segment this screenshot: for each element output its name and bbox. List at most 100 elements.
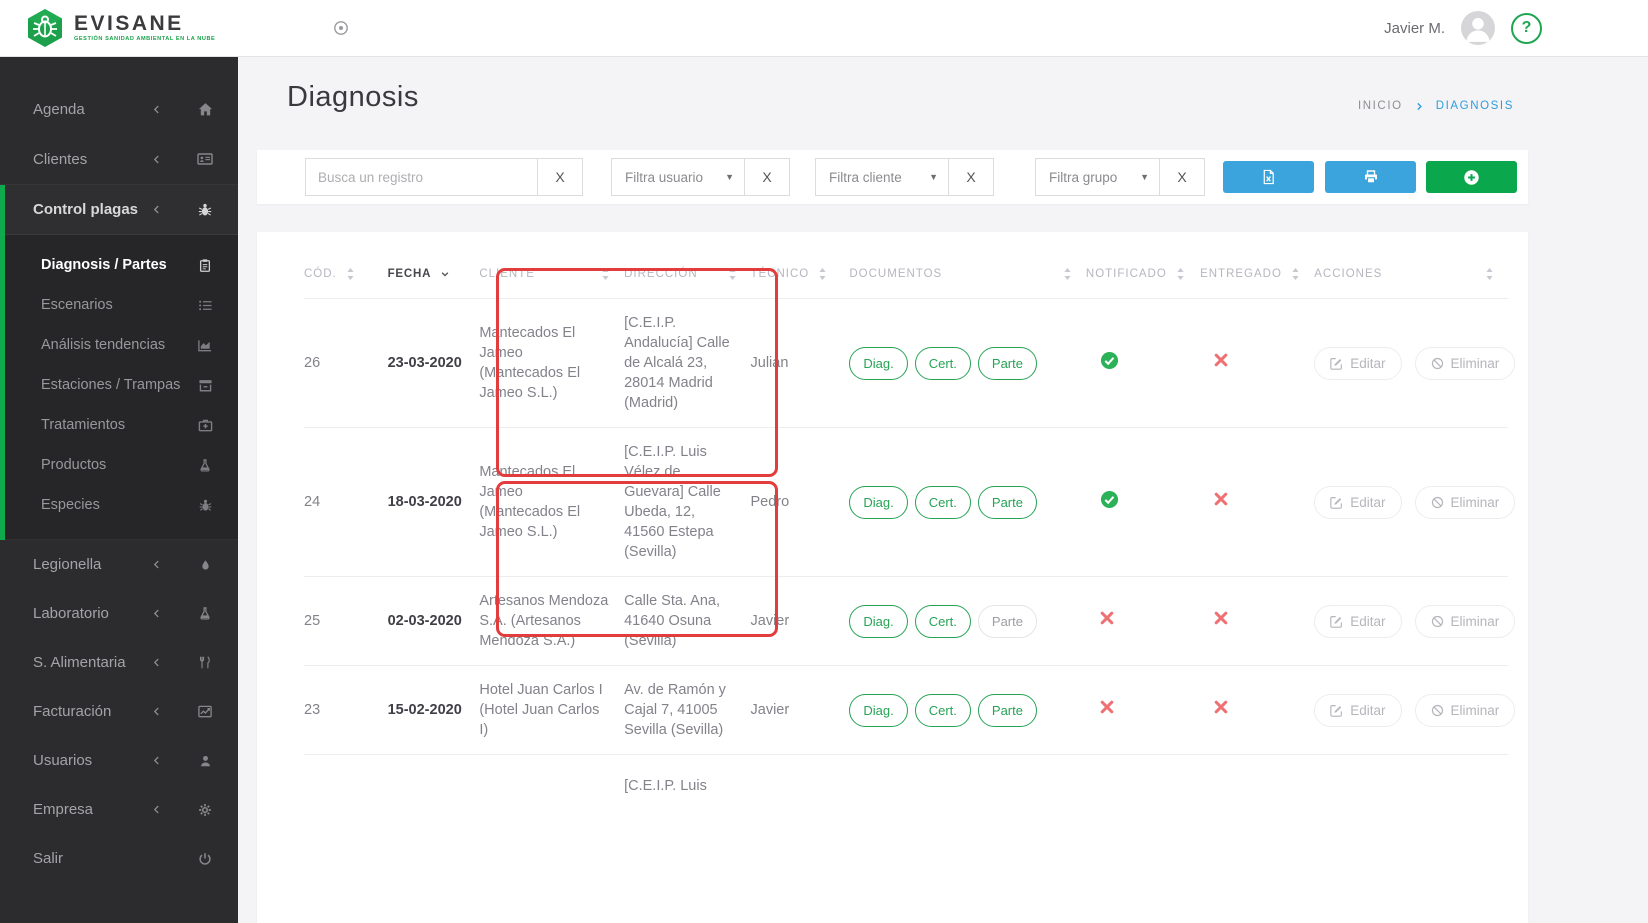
doc-button-parte[interactable]: Parte [977,693,1037,727]
user-filter-clear-button[interactable]: X [744,158,790,196]
doc-button-cert[interactable]: Cert. [914,485,971,519]
sidebar-item-tratamientos[interactable]: Tratamientos [0,405,238,445]
doc-button-diag[interactable]: Diag. [849,604,908,638]
sidebar-item-estaciones-trampas[interactable]: Estaciones / Trampas [0,365,238,405]
column-header-entregado[interactable]: ENTREGADO [1200,246,1314,299]
table-row: 23 15-02-2020 Hotel Juan Carlos I (Hotel… [304,665,1516,755]
search-clear-button[interactable]: X [537,158,583,196]
table-header-row: CÓD. FECHA CLIENTE DIRECCIÓN TÉCNICO DOC… [304,246,1508,299]
sidebar-item-diagnosis-partes[interactable]: Diagnosis / Partes [0,245,238,285]
sidebar-item-s-alimentaria[interactable]: S. Alimentaria [0,638,238,687]
id-card-icon [196,151,214,167]
printer-icon [1364,170,1377,184]
doc-button-cert[interactable]: Cert. [914,604,971,638]
print-button[interactable] [1325,161,1416,193]
add-record-button[interactable] [1426,161,1517,193]
brand-logo[interactable]: EVISANE GESTIÓN SANIDAD AMBIENTAL EN LA … [0,8,215,48]
control-plagas-submenu: Diagnosis / Partes Escenarios Análisis t… [0,235,238,540]
sidebar-item-salir[interactable]: Salir [0,834,238,883]
doc-button-diag[interactable]: Diag. [849,693,908,727]
edit-button[interactable]: Editar [1314,604,1402,638]
delete-button[interactable]: Eliminar [1414,485,1516,519]
doc-button-parte[interactable]: Parte [977,346,1037,380]
column-header-documentos[interactable]: DOCUMENTOS [849,246,1086,299]
sort-icon [346,268,355,280]
client-filter-select[interactable]: Filtra cliente ▼ [815,158,948,196]
chevron-right-icon [1415,102,1424,111]
doc-button-cert[interactable]: Cert. [914,693,971,727]
edit-button[interactable]: Editar [1314,346,1402,380]
breadcrumb-inicio[interactable]: INICIO [1358,100,1403,112]
notificado-status [1086,611,1114,625]
sidebar-item-legionella[interactable]: Legionella [0,540,238,589]
row-actions: Editar Eliminar [1314,485,1516,519]
sidebar-item-agenda[interactable]: Agenda [0,84,238,134]
cell-cod: 24 [304,427,388,577]
caret-down-icon: ▼ [1140,172,1149,182]
chevron-left-icon [151,657,162,668]
plus-circle-icon [1464,169,1479,185]
cell-cliente: Hotel Juan Carlos I (Hotel Juan Carlos I… [479,665,625,755]
column-header-direccion[interactable]: DIRECCIÓN [624,246,750,299]
sidebar-item-control-plagas[interactable]: Control plagas [0,185,238,235]
doc-button-diag[interactable]: Diag. [849,485,908,519]
column-header-fecha[interactable]: FECHA [388,246,480,299]
column-header-notificado[interactable]: NOTIFICADO [1086,246,1200,299]
sidebar-bottom-group: Legionella Laboratorio S. Alimentaria Fa… [0,540,238,883]
doc-button-parte[interactable]: Parte [977,604,1037,638]
column-header-cod[interactable]: CÓD. [304,246,388,299]
column-header-acciones[interactable]: ACCIONES [1314,246,1508,299]
cell-tecnico: Javier [750,665,850,755]
sidebar-section-control-plagas: Control plagas Diagnosis / Partes Escena… [0,184,238,540]
sidebar-item-facturacion[interactable]: Facturación [0,687,238,736]
column-header-cliente[interactable]: CLIENTE [479,246,624,299]
client-filter-clear-button[interactable]: X [948,158,994,196]
list-icon [196,298,214,313]
avatar[interactable] [1461,11,1495,45]
sidebar-collapse-toggle[interactable] [333,20,349,36]
delete-button[interactable]: Eliminar [1414,693,1516,727]
sidebar-item-empresa[interactable]: Empresa [0,785,238,834]
edit-button[interactable]: Editar [1314,485,1402,519]
sidebar-item-analisis-tendencias[interactable]: Análisis tendencias [0,325,238,365]
client-filter-group: Filtra cliente ▼ X [815,158,994,196]
export-excel-button[interactable] [1223,161,1314,193]
column-header-tecnico[interactable]: TÉCNICO [751,246,850,299]
delete-button[interactable]: Eliminar [1414,346,1516,380]
sidebar-item-usuarios[interactable]: Usuarios [0,736,238,785]
delete-label: Eliminar [1450,613,1500,629]
table-body: 26 23-03-2020 Mantecados El Jameo (Mante… [304,298,1516,816]
doc-button-cert[interactable]: Cert. [914,346,971,380]
table-row: 26 23-03-2020 Mantecados El Jameo (Mante… [304,298,1516,428]
cell-fecha [387,754,480,816]
sort-icon [1291,268,1300,280]
chart-line-icon [196,704,214,719]
help-button[interactable]: ? [1511,12,1542,44]
delete-button[interactable]: Eliminar [1414,604,1516,638]
group-filter-select[interactable]: Filtra grupo ▼ [1035,158,1159,196]
user-name[interactable]: Javier M. [1384,20,1445,37]
user-filter-select[interactable]: Filtra usuario ▼ [611,158,744,196]
search-input[interactable] [305,158,537,196]
cell-tecnico: Javier [750,576,850,666]
utensils-icon [196,655,214,670]
sidebar-item-laboratorio[interactable]: Laboratorio [0,589,238,638]
table-row: [C.E.I.P. Luis [304,754,1508,816]
group-filter-clear-button[interactable]: X [1159,158,1205,196]
breadcrumb: INICIO DIAGNOSIS [1358,100,1514,112]
edit-icon [1330,704,1343,717]
caret-down-icon: ▼ [929,172,938,182]
doc-button-parte[interactable]: Parte [977,485,1037,519]
sidebar-item-productos[interactable]: Productos [0,445,238,485]
sidebar-item-especies[interactable]: Especies [0,485,238,525]
sort-icon [1176,268,1185,280]
brand-tagline: GESTIÓN SANIDAD AMBIENTAL EN LA NUBE [74,36,216,43]
doc-button-diag[interactable]: Diag. [849,346,908,380]
sidebar-item-escenarios[interactable]: Escenarios [0,285,238,325]
edit-button[interactable]: Editar [1314,693,1402,727]
x-mark-icon [1214,353,1228,367]
entregado-status [1200,353,1228,367]
edit-label: Editar [1350,613,1386,629]
sidebar-item-clientes[interactable]: Clientes [0,134,238,184]
cell-cod [304,754,388,816]
